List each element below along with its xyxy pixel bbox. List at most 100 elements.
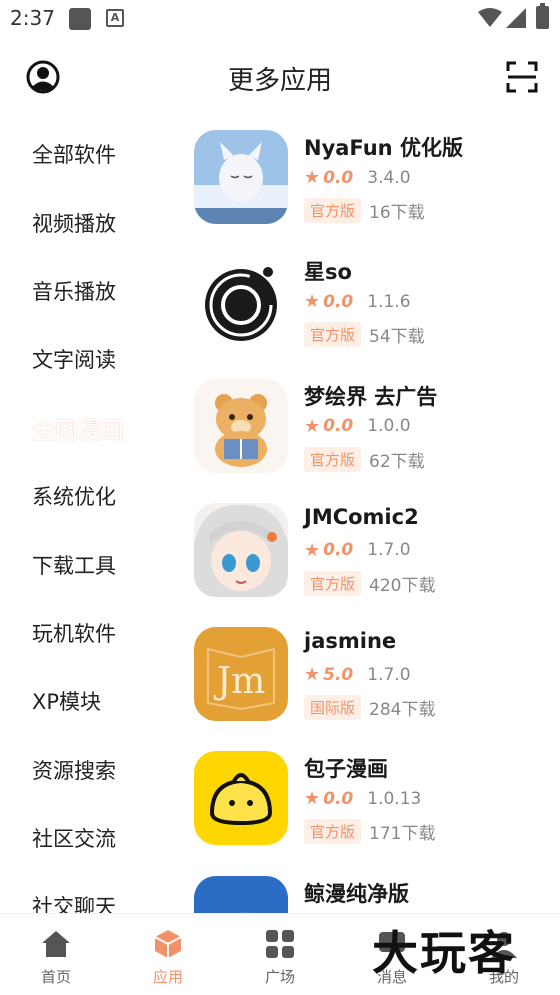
list-item[interactable]: 星so ★ 0.0 1.1.6 官方版 54下载	[190, 248, 560, 372]
app-name: 鲸漫纯净版	[304, 881, 409, 906]
jasmine-icon-text: Jm	[213, 661, 266, 702]
jasmine-app-icon: Jm	[194, 627, 288, 722]
wifi-icon	[478, 8, 502, 27]
sidebar-item-label: 社交聊天	[32, 895, 116, 915]
star-icon: ★	[304, 291, 321, 313]
list-item[interactable]: JMComic2 ★ 0.0 1.7.0 官方版 420下载	[190, 497, 560, 621]
grid-icon	[266, 930, 294, 958]
app-meta: 官方版 420下载	[304, 570, 436, 596]
app-list: NyaFun 优化版 ★ 0.0 3.4.0 官方版 16下载 星so ★ 0.0 1.1…	[190, 124, 560, 914]
app-name: JMComic2	[304, 504, 419, 529]
app-name: 梦绘界 去广告	[304, 384, 438, 409]
menghuijie-app-icon	[194, 378, 288, 473]
watermark-logo: 大玩客	[372, 926, 516, 980]
sidebar-item-comics[interactable]: 全网漫画	[0, 394, 180, 462]
app-name: jasmine	[304, 629, 397, 654]
nav-label: 广场	[264, 968, 295, 986]
status-bar: 2:37 A	[0, 0, 560, 40]
sidebar-item-chat[interactable]: 社交聊天	[0, 872, 180, 915]
star-icon: ★	[304, 415, 321, 437]
sidebar-item-label: 玩机软件	[32, 621, 116, 646]
sidebar-item-video[interactable]: 视频播放	[0, 188, 180, 256]
jingman-app-icon	[194, 875, 288, 914]
app-version: 1.7.0	[367, 664, 411, 685]
jmcomic-app-icon	[194, 502, 288, 597]
list-item[interactable]: 梦绘界 去广告 ★ 0.0 1.0.0 官方版 62下载	[190, 373, 560, 497]
header: 更多应用	[0, 50, 560, 106]
download-count: 62下载	[369, 451, 425, 472]
edition-badge: 国际版	[304, 695, 362, 721]
battery-icon	[536, 3, 549, 29]
list-item[interactable]: Jm jasmine ★ 5.0 1.7.0 国际版 284下载	[190, 621, 560, 745]
app-meta: 国际版 284下载	[304, 695, 436, 721]
edition-badge: 官方版	[304, 322, 362, 348]
list-item[interactable]: 包子漫画 ★ 0.0 1.0.13 官方版 171下载	[190, 745, 560, 869]
app-score: 0.0	[323, 291, 354, 312]
category-sidebar: 全部软件 视频播放 音乐播放 文字阅读 全网漫画 系统优化 下载工具 玩机软件 …	[0, 120, 180, 915]
nav-label: 首页	[40, 968, 71, 986]
scan-icon[interactable]	[505, 60, 539, 94]
home-icon	[42, 931, 70, 957]
edition-badge: 官方版	[304, 819, 362, 845]
star-icon: ★	[304, 664, 321, 686]
nav-home[interactable]: 首页	[0, 914, 112, 995]
list-item[interactable]: NyaFun 优化版 ★ 0.0 3.4.0 官方版 16下载	[190, 124, 560, 248]
download-count: 420下载	[369, 575, 436, 596]
nav-label: 应用	[152, 968, 183, 986]
app-meta: 官方版 54下载	[304, 322, 425, 348]
star-icon: ★	[304, 788, 321, 810]
app-rating: ★ 0.0 3.4.0	[304, 167, 411, 188]
edition-badge: 官方版	[304, 570, 362, 596]
star-icon: ★	[304, 167, 321, 188]
sidebar-item-label: 下载工具	[32, 553, 116, 578]
sidebar-item-system[interactable]: 系统优化	[0, 462, 180, 530]
app-version: 1.7.0	[367, 540, 411, 561]
sidebar-item-label: 音乐播放	[32, 279, 116, 304]
sidebar-item-label: 全部软件	[32, 143, 116, 168]
app-meta: 官方版 171下载	[304, 819, 436, 845]
sidebar-item-reading[interactable]: 文字阅读	[0, 325, 180, 393]
cube-icon	[154, 930, 182, 958]
app-score: 0.0	[323, 416, 354, 437]
app-rating: ★ 0.0 1.0.13	[304, 788, 421, 809]
app-score: 0.0	[323, 788, 354, 809]
app-rating: ★ 5.0 1.7.0	[304, 664, 411, 685]
sidebar-item-label: XP模块	[32, 690, 102, 715]
sidebar-item-label: 资源搜索	[32, 758, 116, 783]
page-title: 更多应用	[227, 66, 332, 96]
signal-icon	[506, 8, 526, 28]
app-score: 5.0	[323, 664, 354, 685]
sidebar-item-label: 系统优化	[32, 485, 116, 510]
nav-apps[interactable]: 应用	[112, 914, 224, 995]
app-score: 0.0	[323, 540, 354, 561]
sidebar-item-label: 文字阅读	[32, 348, 116, 373]
app-score: 0.0	[323, 167, 354, 188]
accessibility-icon: A	[106, 9, 124, 27]
edition-badge: 官方版	[304, 198, 362, 223]
app-version: 1.0.0	[367, 416, 411, 437]
sidebar-item-xp[interactable]: XP模块	[0, 667, 180, 735]
download-count: 171下载	[369, 824, 436, 845]
sidebar-item-tools[interactable]: 玩机软件	[0, 599, 180, 667]
app-version: 3.4.0	[367, 167, 411, 188]
sidebar-item-all[interactable]: 全部软件	[0, 120, 180, 188]
app-name: 包子漫画	[304, 757, 388, 782]
sidebar-item-download[interactable]: 下载工具	[0, 530, 180, 598]
app-rating: ★ 0.0 1.7.0	[304, 540, 411, 561]
app-name: NyaFun 优化版	[304, 136, 463, 160]
status-time: 2:37	[10, 6, 55, 30]
app-rating: ★ 0.0 1.1.6	[304, 291, 411, 312]
sidebar-item-music[interactable]: 音乐播放	[0, 257, 180, 325]
list-item[interactable]: 鲸漫纯净版	[190, 870, 560, 914]
star-icon: ★	[304, 539, 321, 561]
nav-square[interactable]: 广场	[224, 914, 336, 995]
sidebar-item-community[interactable]: 社区交流	[0, 804, 180, 872]
sidebar-item-search[interactable]: 资源搜索	[0, 736, 180, 804]
app-meta: 官方版 16下载	[304, 198, 425, 223]
app-rating: ★ 0.0 1.0.0	[304, 416, 411, 437]
download-count: 54下载	[369, 327, 425, 348]
download-count: 284下载	[369, 700, 436, 721]
app-version: 1.0.13	[367, 788, 422, 809]
xingso-app-icon	[194, 254, 288, 349]
edition-badge: 官方版	[304, 446, 362, 472]
